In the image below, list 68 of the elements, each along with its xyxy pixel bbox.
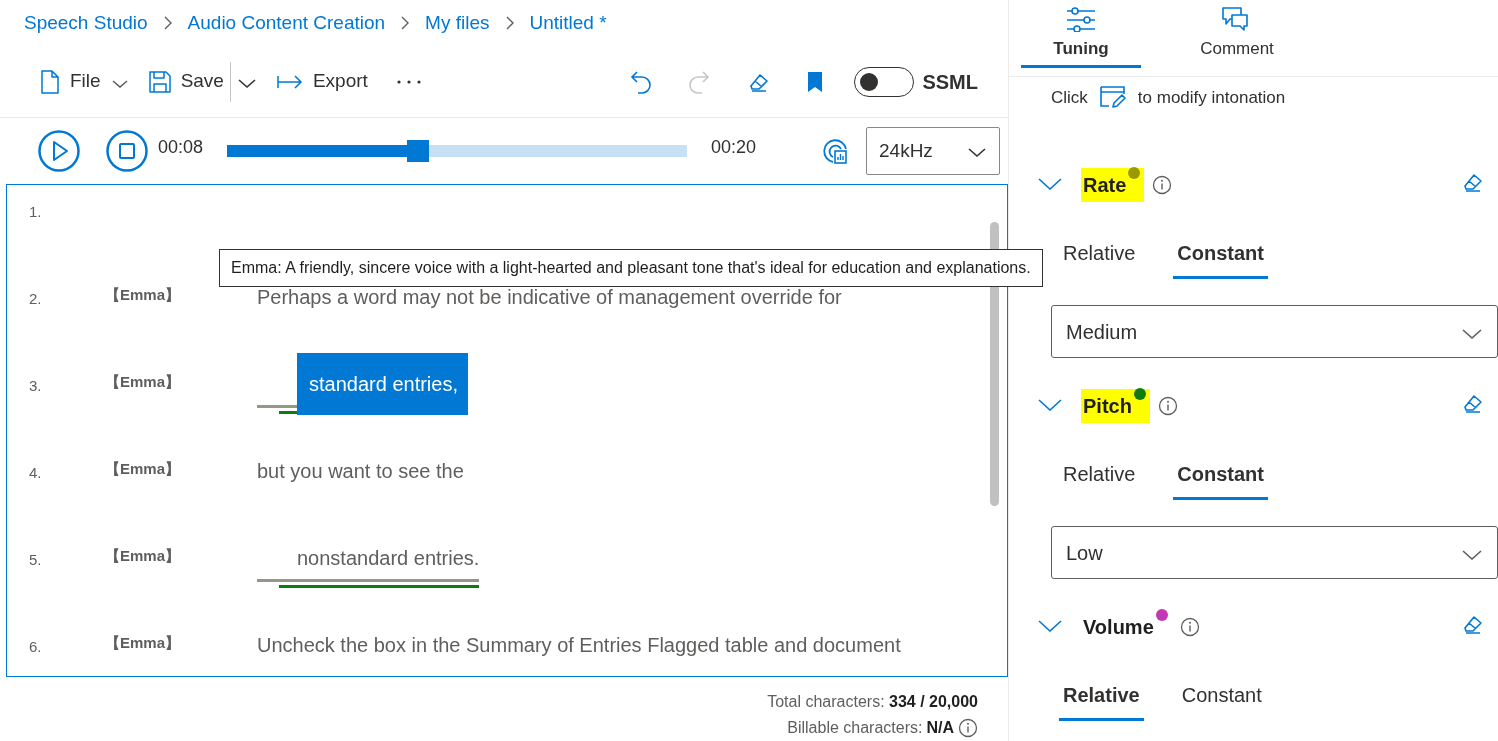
panel-tab[interactable]: Comment [1177, 0, 1297, 68]
speaker-tag[interactable]: 【Emma】 [105, 373, 181, 390]
section-title: Rate [1081, 168, 1145, 202]
edit-icon [1099, 85, 1126, 109]
value-dropdown[interactable]: Medium [1051, 305, 1498, 358]
info-icon [1157, 396, 1178, 416]
section-title: Volume [1081, 610, 1172, 644]
speaker-tag[interactable]: 【Emma】 [105, 634, 181, 651]
mode-tab[interactable]: Constant [1173, 221, 1268, 279]
duration-time: 00:20 [711, 136, 757, 159]
ssml-label: SSML [922, 69, 978, 95]
elapsed-time: 00:08 [158, 136, 204, 159]
mode-tab[interactable]: Relative [1059, 442, 1140, 500]
speaker-tag[interactable]: 【Emma】 [105, 547, 181, 564]
save-icon [148, 70, 171, 93]
value-dropdown[interactable]: Low [1051, 526, 1498, 579]
line-number: 1. [28, 202, 43, 222]
line-number: 3. [28, 376, 43, 396]
info-icon [958, 718, 978, 738]
slider-thumb[interactable] [406, 140, 429, 162]
play-icon [38, 130, 80, 172]
hint-text: Click [1051, 87, 1088, 109]
export-button[interactable]: Export [270, 63, 374, 100]
sentence-text: Uncheck the box in the Summary of Entries Flagged table and document [257, 634, 901, 656]
billable-characters-value: N/A [926, 718, 954, 738]
panel-tab[interactable]: Tuning [1021, 0, 1141, 68]
audio-file-icon [822, 138, 848, 164]
undo-icon [630, 69, 653, 94]
bookmark-icon [806, 70, 825, 93]
sliders-icon [1065, 6, 1097, 32]
breadcrumb-link[interactable]: Untitled * [529, 8, 607, 38]
breadcrumb-link[interactable]: Audio Content Creation [187, 8, 386, 38]
billable-characters-label: Billable characters: [787, 718, 923, 738]
voice-tooltip: Emma: A friendly, sincere voice with a light-hearted and pleasant tone that's ideal for education and explanations. [219, 249, 1043, 287]
breadcrumb-link[interactable]: My files [425, 8, 490, 38]
total-characters-label: Total characters: [767, 693, 885, 710]
line-number: 5. [28, 550, 43, 570]
line-number: 4. [28, 463, 43, 483]
sentence-text: but you want to see the [257, 460, 464, 482]
selected-text: standard entries, [297, 353, 468, 415]
speaker-tag[interactable]: 【Emma】 [105, 460, 181, 477]
info-icon [1152, 175, 1173, 195]
stop-icon [106, 130, 148, 172]
stop-button[interactable] [106, 130, 148, 172]
mode-tab[interactable]: Constant [1177, 663, 1266, 721]
breadcrumb-link[interactable]: Speech Studio [24, 8, 148, 38]
audio-settings-button[interactable] [822, 138, 848, 164]
sentence-text: Perhaps a word may not be indicative of management override for [257, 286, 842, 308]
speaker-tag[interactable]: 【Emma】 [105, 286, 181, 303]
file-menu-button[interactable]: File [34, 63, 135, 100]
mode-tab[interactable]: Constant [1173, 442, 1268, 500]
sample-rate-dropdown[interactable]: 24kHz [866, 127, 1000, 175]
document-icon [40, 69, 60, 94]
hint-text: to modify intonation [1137, 87, 1286, 109]
mode-tab[interactable]: Relative [1059, 221, 1140, 279]
line-number: 2. [28, 289, 43, 309]
section-title: Pitch [1081, 389, 1150, 423]
sentence-text: nonstandard entries. [297, 547, 480, 569]
info-icon [1179, 617, 1200, 637]
total-characters-value: 334 / 20,000 [889, 693, 978, 710]
save-button[interactable]: Save [142, 63, 230, 100]
play-button[interactable] [38, 130, 80, 172]
line-number: 6. [28, 637, 43, 657]
arrow-right-icon [276, 73, 303, 90]
ellipsis-icon [395, 78, 422, 85]
redo-icon [688, 69, 711, 94]
mode-tab[interactable]: Relative [1059, 663, 1144, 721]
progress-slider[interactable] [227, 140, 688, 162]
